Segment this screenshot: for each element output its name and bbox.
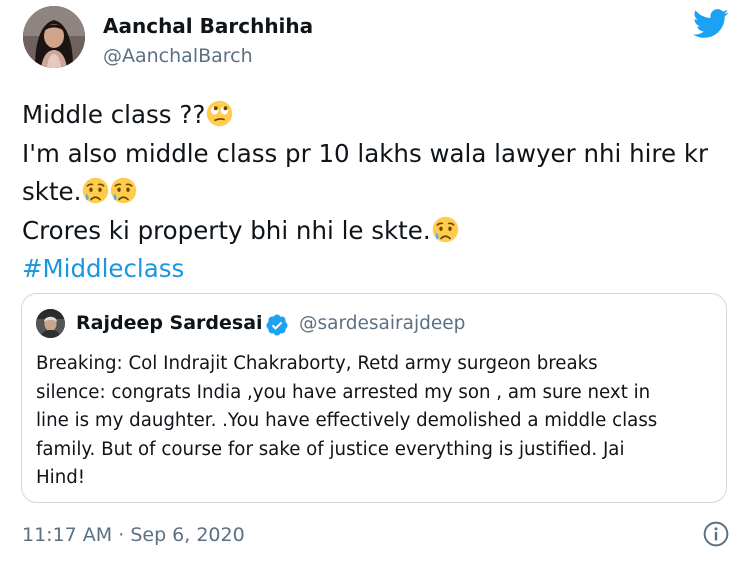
- author-handle[interactable]: @AanchalBarch: [103, 45, 253, 67]
- crying-face-emoji: [111, 177, 137, 204]
- tweet-line-1: Middle class ??: [22, 96, 732, 135]
- quoted-author-name[interactable]: Rajdeep Sardesai: [76, 312, 263, 334]
- tweet-line-2: I'm also middle class pr 10 lakhs wala l…: [22, 138, 709, 168]
- tweet-line-5: #Middleclass: [22, 250, 732, 289]
- quoted-tweet-text: Breaking: Col Indrajit Chakraborty, Retd…: [36, 353, 658, 489]
- info-icon[interactable]: [703, 521, 729, 547]
- crying-face-emoji: [83, 177, 109, 204]
- author-avatar[interactable]: [23, 6, 85, 68]
- embedded-tweet: Aanchal Barchhiha @AanchalBarch Middle c…: [0, 0, 750, 567]
- verified-badge-icon: [266, 314, 288, 336]
- timestamp-date-link[interactable]: Sep 6, 2020: [130, 524, 244, 546]
- tweet-text: Middle class ?? I'm also middle class pr…: [22, 96, 732, 289]
- twitter-bird-icon[interactable]: [693, 9, 729, 39]
- quoted-author-handle[interactable]: @sardesairajdeep: [299, 313, 465, 334]
- face-with-rolling-eyes-emoji: [207, 100, 233, 127]
- timestamp-time-link[interactable]: 11:17 AM: [22, 524, 112, 546]
- crying-face-emoji: [432, 216, 458, 242]
- quoted-author-avatar[interactable]: [36, 309, 65, 338]
- tweet-timestamp: 11:17 AM · Sep 6, 2020: [22, 524, 245, 546]
- tweet-line-3: skte.: [22, 173, 732, 212]
- quoted-tweet-card[interactable]: Rajdeep Sardesai @sardesairajdeep Breaki…: [21, 293, 727, 503]
- tweet-line-4: Crores ki property bhi nhi le skte.: [22, 212, 732, 251]
- hashtag-link[interactable]: #Middleclass: [22, 254, 184, 283]
- author-name[interactable]: Aanchal Barchhiha: [103, 14, 313, 38]
- timestamp-separator: ·: [118, 524, 125, 546]
